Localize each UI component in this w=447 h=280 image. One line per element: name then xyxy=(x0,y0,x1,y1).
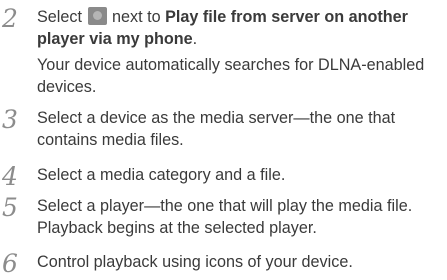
step-number: 3 xyxy=(2,105,18,134)
menu-option-name: Play file from server on another xyxy=(165,8,408,26)
step-note-line-2: devices. xyxy=(37,78,97,96)
step-text-line-2: contains media files. xyxy=(37,131,184,149)
menu-option-name-cont: player via my phone xyxy=(37,30,193,48)
step-number: 4 xyxy=(2,162,18,191)
step-number: 5 xyxy=(2,193,18,222)
step-number: 2 xyxy=(2,4,18,33)
step-text: next to xyxy=(107,8,166,26)
step-text-line-1: Control playback using icons of your dev… xyxy=(37,253,353,271)
step-text: Select xyxy=(37,8,87,26)
step-instruction-line-2: player via my phone. xyxy=(37,29,197,49)
arrow-button-icon xyxy=(87,7,107,25)
step-note-line-1: Your device automatically searches for D… xyxy=(37,56,425,74)
step-text-line-1: Select a player—the one that will play t… xyxy=(37,197,413,215)
step-number: 6 xyxy=(2,249,18,278)
step-text-line-1: Select a device as the media server—the … xyxy=(37,109,396,127)
step-punct: . xyxy=(192,30,198,48)
step-instruction-line-1: Select next to Play file from server on … xyxy=(37,7,408,27)
step-text-line-2: Playback begins at the selected player. xyxy=(37,219,317,237)
step-text-line-1: Select a media category and a file. xyxy=(37,166,286,184)
